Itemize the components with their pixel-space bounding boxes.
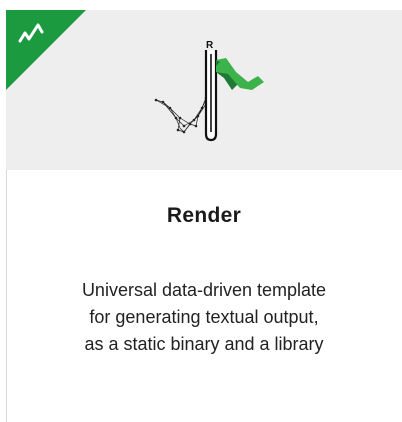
logo-letter: R: [206, 40, 214, 51]
card-description-line: Universal data-driven template: [81, 280, 327, 300]
card-description-line: as a static binary and a library: [84, 334, 324, 354]
render-logo-icon: R: [154, 40, 264, 142]
card-banner: R: [6, 10, 402, 170]
checkmark-icon: [18, 23, 44, 43]
card-description: Universal data-driven template for gener…: [36, 277, 372, 358]
card-title: Render: [166, 204, 242, 227]
card-description-line: for generating textual output,: [89, 307, 319, 327]
project-card[interactable]: R Render Universal data-driven template …: [6, 10, 402, 422]
